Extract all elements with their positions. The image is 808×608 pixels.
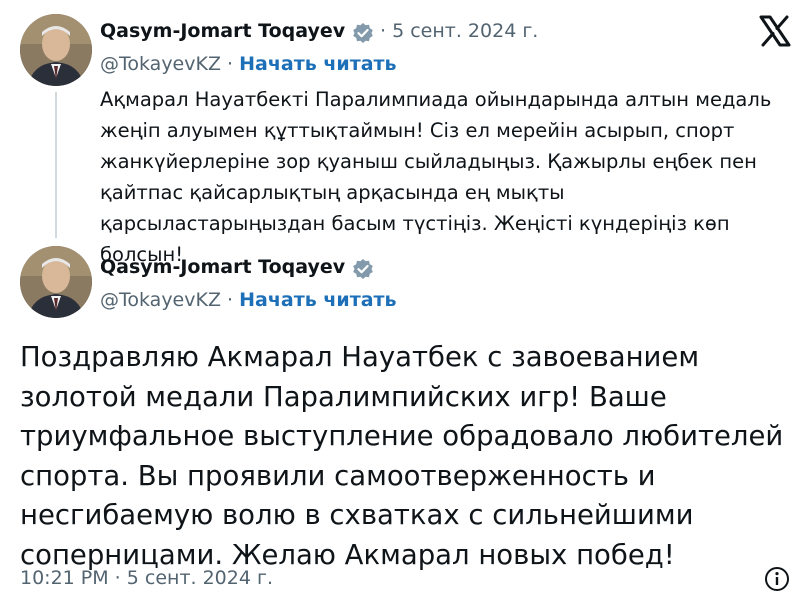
handle-separator: ·	[227, 53, 234, 75]
handle-line-main: @TokayevKZ · Начать читать	[100, 289, 397, 311]
handle-separator: ·	[227, 289, 234, 311]
follow-link-top[interactable]: Начать читать	[239, 53, 396, 75]
tweet-date-top[interactable]: 5 сент. 2024 г.	[392, 20, 538, 42]
handle-line-top: @TokayevKZ · Начать читать	[100, 53, 397, 75]
handle-main[interactable]: @TokayevKZ	[100, 289, 221, 311]
author-name-top[interactable]: Qasym-Jomart Toqayev	[100, 20, 345, 42]
thread-line	[55, 92, 57, 238]
handle-top[interactable]: @TokayevKZ	[100, 53, 221, 75]
info-icon[interactable]	[764, 566, 790, 592]
avatar-top[interactable]	[20, 14, 92, 86]
main-tweet-text: Поздравляю Акмарал Науатбек с завоевание…	[20, 341, 784, 571]
follow-link-main[interactable]: Начать читать	[239, 289, 396, 311]
x-logo-icon[interactable]	[758, 14, 792, 48]
avatar-main[interactable]	[20, 246, 92, 318]
tweet-timestamp[interactable]: 10:21 PM · 5 сент. 2024 г.	[20, 567, 273, 589]
verified-badge-icon	[353, 259, 373, 279]
date-separator: ·	[380, 20, 387, 42]
quoted-tweet-text: Ақмарал Науатбекті Паралимпиада ойындары…	[100, 88, 772, 266]
verified-badge-icon	[353, 23, 373, 43]
author-name-main[interactable]: Qasym-Jomart Toqayev	[100, 256, 345, 278]
meta-date-top: · 5 сент. 2024 г.	[380, 20, 538, 42]
